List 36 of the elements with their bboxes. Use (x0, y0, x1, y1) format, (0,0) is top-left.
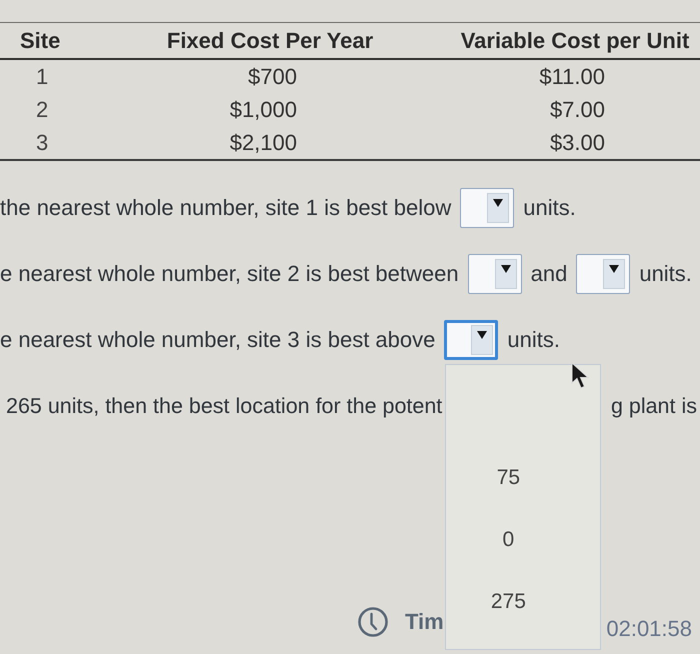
table-cell: $11.00 (539, 64, 605, 88)
timer-value: 02:01:58 (606, 616, 692, 642)
question-text: and (530, 261, 568, 287)
dropdown-option[interactable]: 275 (446, 571, 600, 633)
caret-icon (471, 325, 494, 355)
table-cell: 2 (36, 96, 48, 122)
mouse-pointer-icon (571, 362, 591, 389)
statement-text: 265 units, then the best location for the potent (6, 394, 442, 418)
column-header: Fixed Cost Per Year (166, 28, 374, 52)
dropdown-field[interactable] (444, 320, 498, 360)
question-text: e nearest whole number, site 2 is best between (0, 261, 459, 287)
timer-label: Tim (405, 609, 444, 635)
table-cell: $1,000 (230, 96, 297, 122)
table-cell: 3 (36, 130, 48, 154)
column-header: Variable Cost per Unit (460, 28, 690, 52)
caret-icon (494, 259, 517, 289)
table-cell: $7.00 (550, 96, 605, 122)
table-cell: $700 (248, 64, 297, 88)
statement-text: g plant is (610, 394, 697, 418)
question-text: e nearest whole number, site 3 is best above (0, 327, 436, 353)
question-text: units. (507, 327, 560, 353)
table-cell: 1 (36, 64, 48, 88)
caret-icon (487, 193, 510, 223)
table-cell: $3.00 (550, 130, 605, 154)
dropdown-option[interactable]: 75 (446, 447, 600, 509)
dropdown-field[interactable] (576, 254, 630, 294)
column-header: Site (20, 28, 60, 52)
question-text: units. (523, 195, 576, 221)
table-cell: $2,100 (230, 130, 297, 154)
question-text: the nearest whole number, site 1 is best below (0, 195, 452, 221)
clock-icon (358, 607, 388, 637)
dropdown-option[interactable]: 0 (446, 509, 600, 571)
question-text: units. (639, 261, 692, 287)
dropdown-field[interactable] (468, 254, 522, 294)
dropdown-field[interactable] (460, 188, 514, 228)
caret-icon (603, 259, 626, 289)
